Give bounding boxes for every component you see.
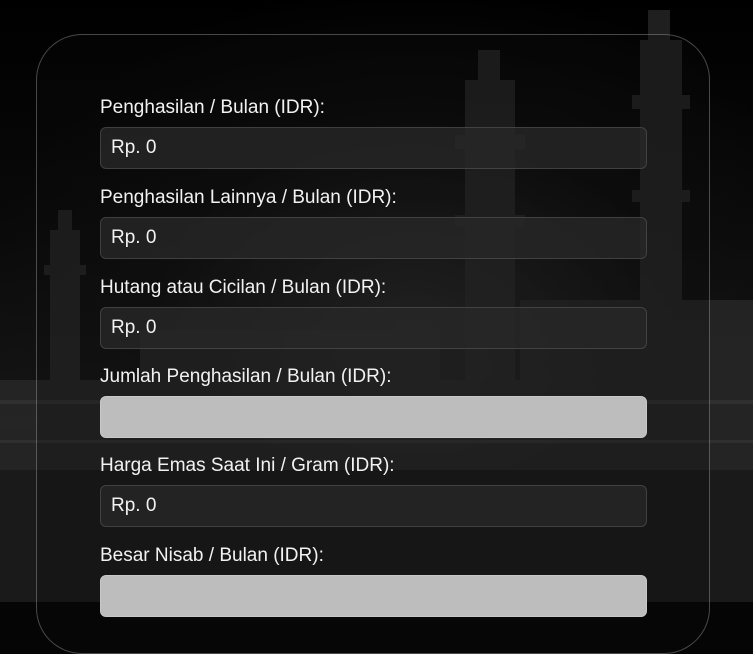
penghasilan-input[interactable]: Rp. 0: [100, 127, 647, 169]
hutang-label: Hutang atau Cicilan / Bulan (IDR):: [100, 277, 387, 298]
jumlah-penghasilan-output: [100, 396, 647, 438]
field-penghasilan-lainnya: Penghasilan Lainnya / Bulan (IDR): Rp. 0: [100, 187, 647, 259]
field-jumlah-penghasilan: Jumlah Penghasilan / Bulan (IDR):: [100, 366, 647, 438]
hutang-input[interactable]: Rp. 0: [100, 307, 647, 349]
besar-nisab-output: [100, 575, 647, 617]
penghasilan-lainnya-label: Penghasilan Lainnya / Bulan (IDR):: [100, 187, 397, 208]
field-hutang: Hutang atau Cicilan / Bulan (IDR): Rp. 0: [100, 277, 647, 349]
field-harga-emas: Harga Emas Saat Ini / Gram (IDR): Rp. 0: [100, 455, 647, 527]
besar-nisab-label: Besar Nisab / Bulan (IDR):: [100, 545, 324, 566]
field-penghasilan: Penghasilan / Bulan (IDR): Rp. 0: [100, 97, 647, 169]
penghasilan-label: Penghasilan / Bulan (IDR):: [100, 97, 325, 118]
harga-emas-label: Harga Emas Saat Ini / Gram (IDR):: [100, 455, 395, 476]
jumlah-penghasilan-label: Jumlah Penghasilan / Bulan (IDR):: [100, 366, 392, 387]
penghasilan-lainnya-input[interactable]: Rp. 0: [100, 217, 647, 259]
field-besar-nisab: Besar Nisab / Bulan (IDR):: [100, 545, 647, 617]
harga-emas-input[interactable]: Rp. 0: [100, 485, 647, 527]
